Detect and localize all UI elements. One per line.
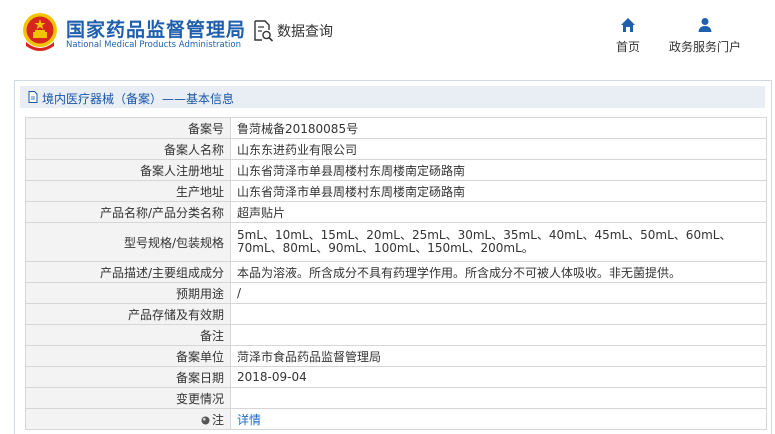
table-row: 产品描述/主要组成成分 本品为溶液。所含成分不具有药理学作用。所含成分不可被人体…: [25, 261, 767, 283]
site-header: 国家药品监督管理局 National Medical Products Admi…: [0, 0, 775, 68]
field-value: 5mL、10mL、15mL、20mL、25mL、30mL、35mL、40mL、4…: [230, 222, 767, 262]
field-label: 注: [211, 412, 224, 427]
table-row: 生产地址 山东省菏泽市单县周楼村东周楼南定砀路南: [25, 180, 767, 202]
field-value: 山东省菏泽市单县周楼村东周楼南定砀路南: [230, 180, 767, 202]
field-value: 本品为溶液。所含成分不具有药理学作用。所含成分不可被人体吸收。非无菌提供。: [230, 261, 767, 283]
national-emblem-icon: [23, 13, 57, 51]
user-icon: [698, 18, 712, 32]
field-value: 超声贴片: [230, 201, 767, 223]
table-row: 产品名称/产品分类名称 超声贴片: [25, 201, 767, 223]
data-query-label: 数据查询: [277, 24, 333, 40]
field-label: 备案日期: [25, 366, 231, 388]
field-value: [230, 303, 767, 325]
detail-panel: 境内医疗器械（备案）——基本信息 备案号 鲁菏械备20180085号 备案人名称…: [14, 80, 772, 434]
table-row: 备案人注册地址 山东省菏泽市单县周楼村东周楼南定砀路南: [25, 159, 767, 181]
field-label: 备注: [25, 324, 231, 346]
field-value: 2018-09-04: [230, 366, 767, 388]
document-icon: [28, 91, 38, 103]
note-value-cell: 详情: [230, 408, 767, 430]
field-label: 预期用途: [25, 282, 231, 304]
table-row: 备案单位 菏泽市食品药品监督管理局: [25, 345, 767, 367]
table-row: 注 详情: [25, 408, 767, 430]
field-label: 型号规格/包装规格: [25, 222, 231, 262]
table-row: 产品存储及有效期: [25, 303, 767, 325]
table-row: 预期用途 /: [25, 282, 767, 304]
panel-title: 境内医疗器械（备案）——基本信息: [42, 92, 235, 106]
field-label: 产品名称/产品分类名称: [25, 201, 231, 223]
table-row: 备案人名称 山东东进药业有限公司: [25, 138, 767, 160]
basic-info-table: 备案号 鲁菏械备20180085号 备案人名称 山东东进药业有限公司 备案人注册…: [25, 117, 767, 430]
field-label: 备案人名称: [25, 138, 231, 160]
nav-portal-label: 政务服务门户: [668, 40, 741, 54]
field-label: 变更情况: [25, 387, 231, 409]
field-label: 备案人注册地址: [25, 159, 231, 181]
field-value: 山东省菏泽市单县周楼村东周楼南定砀路南: [230, 159, 767, 181]
data-query-title: 数据查询: [252, 20, 333, 42]
field-value: [230, 387, 767, 409]
table-row: 备注: [25, 324, 767, 346]
nav-service-portal[interactable]: 政务服务门户: [660, 17, 750, 55]
location-pin-icon: [201, 416, 210, 424]
table-row: 型号规格/包装规格 5mL、10mL、15mL、20mL、25mL、30mL、3…: [25, 222, 767, 262]
document-search-icon: [254, 20, 274, 42]
home-icon: [621, 18, 635, 32]
table-row: 变更情况: [25, 387, 767, 409]
nav-home[interactable]: 首页: [607, 17, 649, 55]
field-value: 鲁菏械备20180085号: [230, 117, 767, 139]
field-value: 菏泽市食品药品监督管理局: [230, 345, 767, 367]
nav-home-label: 首页: [615, 40, 640, 54]
site-name-en: National Medical Products Administration: [66, 40, 241, 50]
field-label: 备案单位: [25, 345, 231, 367]
note-label-cell: 注: [25, 408, 231, 430]
field-label: 生产地址: [25, 180, 231, 202]
table-row: 备案日期 2018-09-04: [25, 366, 767, 388]
field-label: 产品存储及有效期: [25, 303, 231, 325]
details-link[interactable]: 详情: [237, 413, 261, 427]
field-value: [230, 324, 767, 346]
field-label: 备案号: [25, 117, 231, 139]
panel-title-bar: 境内医疗器械（备案）——基本信息: [20, 86, 765, 108]
table-row: 备案号 鲁菏械备20180085号: [25, 117, 767, 139]
site-name-cn: 国家药品监督管理局: [66, 19, 247, 41]
field-label: 产品描述/主要组成成分: [25, 261, 231, 283]
field-value: 山东东进药业有限公司: [230, 138, 767, 160]
field-value: /: [230, 282, 767, 304]
